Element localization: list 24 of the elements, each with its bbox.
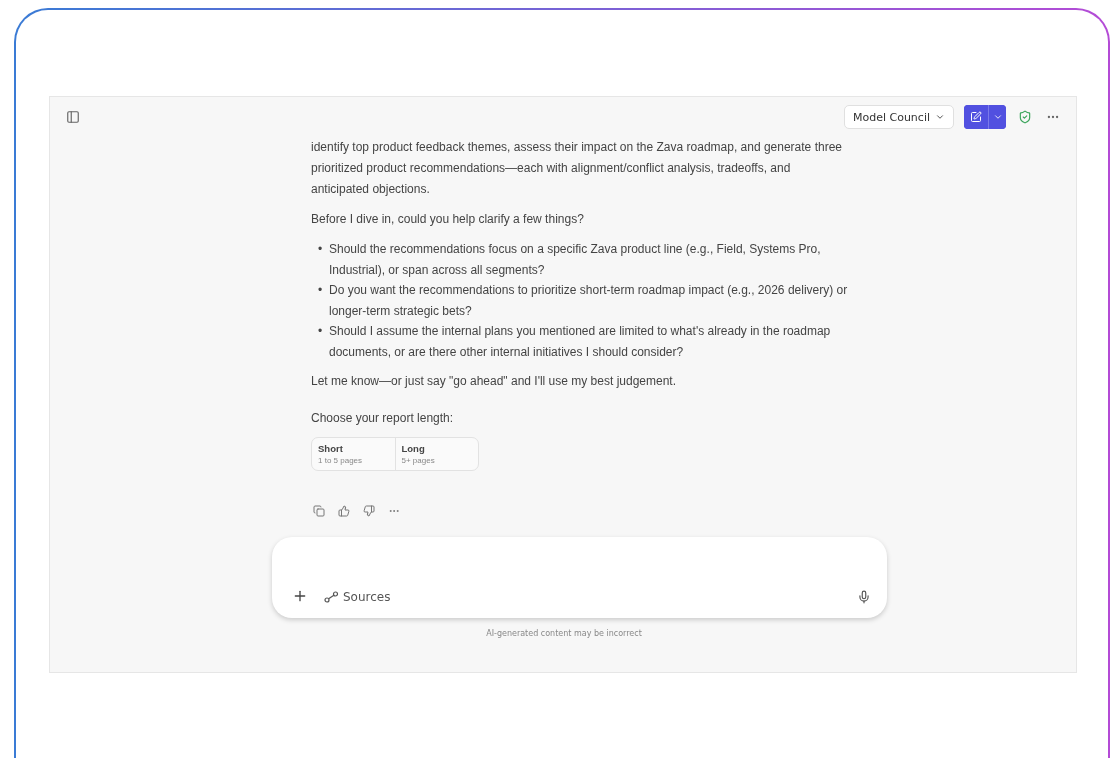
model-selector[interactable]: Model Council bbox=[843, 105, 954, 129]
sources-icon bbox=[324, 591, 339, 603]
bullet-marker: • bbox=[316, 282, 324, 299]
bullet-item: Should the recommendations focus on a specific Zava product line (e.g., Field, Systems Pro, Industrial), or span across all segments? bbox=[329, 241, 822, 279]
bullet-item: Should I assume the internal plans you mentioned are limited to what's already in the roadmap documents, or are there other internal initiatives I should consider? bbox=[329, 323, 832, 361]
message-paragraph: Before I dive in, could you help clarify a few things? bbox=[311, 211, 585, 228]
new-chat-split-button[interactable] bbox=[964, 105, 1006, 129]
bullet-marker: • bbox=[316, 323, 324, 340]
bullet-marker: • bbox=[316, 241, 324, 258]
report-length-option[interactable]: Long 5+ pages bbox=[394, 438, 478, 470]
caret-icon bbox=[935, 112, 945, 122]
sources-button[interactable]: Sources bbox=[322, 588, 393, 606]
message-paragraph: identify top product feedback themes, assess their impact on the Zava roadmap, and generate three prioritized product recommendations—each with alignment/conflict analysis, tradeoffs, and anticipated objections. bbox=[311, 139, 843, 198]
report-length-option[interactable]: Short 1 to 5 pages bbox=[312, 438, 395, 470]
caret-icon[interactable] bbox=[988, 105, 1006, 129]
thumbs-up-icon[interactable] bbox=[336, 503, 352, 519]
choice-prompt: Choose your report length: bbox=[311, 410, 455, 427]
copy-icon[interactable] bbox=[311, 503, 327, 519]
bullet-item: Do you want the recommendations to prioritize short-term roadmap impact (e.g., 2026 delivery) or longer-term strategic bets? bbox=[329, 282, 849, 320]
sidebar-toggle-icon[interactable] bbox=[64, 108, 82, 126]
message-composer[interactable]: Sources bbox=[272, 537, 887, 618]
disclaimer-text: AI-generated content may be incorrect bbox=[485, 629, 643, 638]
thumbs-down-icon[interactable] bbox=[361, 503, 377, 519]
message-paragraph: Let me know—or just say "go ahead" and I'll use my best judgement. bbox=[311, 373, 677, 390]
